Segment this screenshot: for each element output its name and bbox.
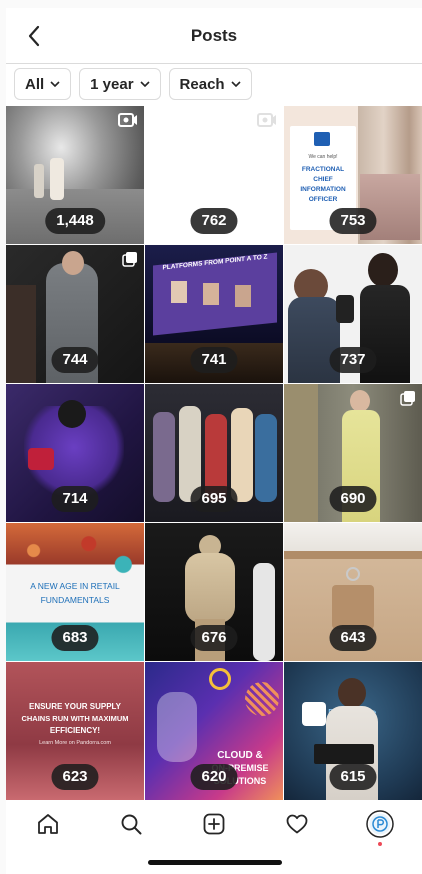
filter-metric-dropdown[interactable]: Reach [168, 68, 252, 100]
post-tile[interactable]: 676 [145, 523, 283, 661]
post-tile[interactable]: CLOUD & ON-PREMISE SOLUTIONS 620 [145, 662, 283, 800]
reach-count: 744 [51, 347, 99, 373]
filter-type-dropdown[interactable]: All [14, 68, 72, 100]
app-screen: Posts All 1 year Reach 1,448 762 We can … [6, 8, 422, 874]
filter-period-dropdown[interactable]: 1 year [79, 68, 161, 100]
reach-count: 714 [51, 486, 99, 512]
new-post-icon [203, 813, 225, 835]
video-icon [118, 113, 137, 127]
activity-heart-icon [286, 814, 308, 834]
profile-avatar [366, 810, 395, 838]
posts-grid: 1,448 762 We can help! FRACTIONAL CHIEF [6, 106, 422, 800]
post-overlay-text: CHAINS RUN WITH MAXIMUM [21, 714, 129, 723]
post-overlay-text: OFFICER [308, 196, 338, 203]
post-tile[interactable]: 690 [284, 384, 422, 522]
reach-count: 1,448 [45, 208, 105, 234]
chevron-down-icon [50, 81, 60, 87]
page-title: Posts [190, 26, 238, 45]
filter-period-label: 1 year [90, 75, 134, 93]
tab-new-post[interactable] [192, 804, 236, 844]
post-overlay-text: A NEW AGE IN RETAIL [30, 581, 120, 591]
reach-count: 762 [190, 208, 238, 234]
home-indicator [148, 860, 282, 865]
tab-profile[interactable] [358, 804, 402, 846]
tab-home[interactable] [26, 804, 70, 844]
post-overlay-text: EFFICIENCY! [49, 726, 101, 735]
video-icon [257, 113, 276, 127]
carousel-icon [122, 252, 137, 267]
notification-dot [378, 842, 383, 846]
post-tile[interactable]: 714 [6, 384, 144, 522]
filter-metric-label: Reach [179, 75, 225, 93]
post-overlay-text: CHIEF [313, 176, 333, 183]
reach-count: 690 [329, 486, 377, 512]
search-icon [121, 814, 142, 835]
post-overlay-text: FRACTIONAL [301, 166, 345, 173]
tab-search[interactable] [109, 804, 153, 844]
reach-count: 737 [329, 347, 377, 373]
reach-count: 620 [190, 764, 238, 790]
reach-count: 683 [51, 625, 99, 651]
post-tile[interactable]: A NEW AGE IN RETAIL FUNDAMENTALS 683 [6, 523, 144, 661]
header: Posts [6, 8, 422, 64]
filter-bar: All 1 year Reach [14, 68, 252, 100]
post-tile[interactable]: 695 [145, 384, 283, 522]
post-tile[interactable]: We can help! FRACTIONAL CHIEF INFORMATIO… [284, 106, 422, 244]
home-icon [37, 814, 58, 834]
bottom-tab-bar [6, 802, 422, 846]
post-tile[interactable]: 737 [284, 245, 422, 383]
post-tile[interactable]: 762 [145, 106, 283, 244]
post-tile[interactable]: PLATFORMS FROM POINT A TO Z 741 [145, 245, 283, 383]
post-tile[interactable]: ENSURE YOUR SUPPLY CHAINS RUN WITH MAXIM… [6, 662, 144, 800]
post-tile[interactable]: DoorShare 615 [284, 662, 422, 800]
carousel-icon [400, 391, 415, 406]
tab-activity[interactable] [275, 804, 319, 844]
filter-type-label: All [25, 75, 45, 93]
post-tile[interactable]: 643 [284, 523, 422, 661]
post-tile[interactable]: 1,448 [6, 106, 144, 244]
post-overlay-text: INFORMATION [300, 186, 346, 193]
post-overlay-text: Learn More on Pandorra.com [39, 740, 111, 746]
post-overlay-text: ENSURE YOUR SUPPLY [28, 702, 122, 711]
reach-count: 741 [190, 347, 238, 373]
post-overlay-text: We can help! [308, 154, 338, 160]
reach-count: 695 [190, 486, 238, 512]
post-overlay-text: FUNDAMENTALS [40, 595, 110, 605]
reach-count: 623 [51, 764, 99, 790]
post-overlay-text: CLOUD & [217, 750, 263, 761]
reach-count: 615 [329, 764, 377, 790]
reach-count: 753 [329, 208, 377, 234]
chevron-down-icon [231, 81, 241, 87]
chevron-down-icon [139, 81, 150, 87]
reach-count: 643 [329, 625, 377, 651]
reach-count: 676 [190, 625, 238, 651]
post-tile[interactable]: 744 [6, 245, 144, 383]
